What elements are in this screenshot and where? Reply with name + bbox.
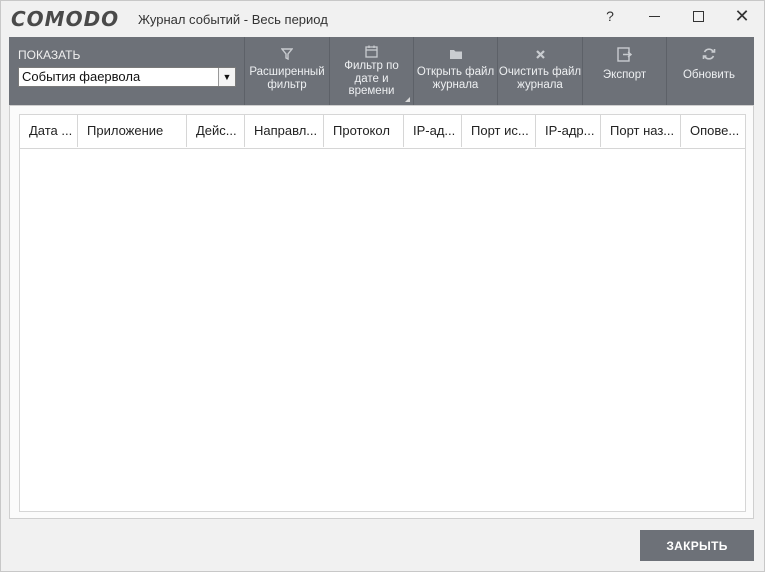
help-button[interactable]: ? [595,5,625,27]
export-icon [617,46,632,62]
log-type-selected-value: События фаервола [22,69,141,84]
close-window-button[interactable]: ✕ [727,5,757,27]
column-header-destination-port[interactable]: Порт наз... [601,115,681,147]
refresh-icon [702,46,716,62]
clear-icon [535,46,546,62]
column-header-source-ip[interactable]: IP-ад... [404,115,462,147]
minimize-icon [648,15,660,17]
event-log-window: COMODO Журнал событий - Весь период ? ✕ … [0,0,765,572]
advanced-filter-label: Расширенный фильтр [249,66,325,91]
toolbar: ПОКАЗАТЬ События фаервола ▼ Расширенный … [9,37,754,105]
close-button[interactable]: ЗАКРЫТЬ [640,530,754,561]
open-log-file-button[interactable]: Открыть файл журнала [414,37,498,105]
minimize-button[interactable] [639,5,669,27]
column-header-direction[interactable]: Направл... [245,115,324,147]
folder-icon [449,46,463,62]
column-header-date[interactable]: Дата ... [20,115,78,147]
column-header-source-port[interactable]: Порт ис... [462,115,536,147]
refresh-button[interactable]: Обновить [667,37,751,105]
column-header-alert[interactable]: Опове... [681,115,745,147]
window-title: Журнал событий - Весь период [138,12,328,27]
events-table[interactable]: Дата ... Приложение Дейс... Направл... П… [19,114,746,512]
maximize-button[interactable] [683,5,713,27]
export-label: Экспорт [602,69,647,81]
refresh-label: Обновить [682,69,736,81]
clear-log-file-label: Очистить файл журнала [498,66,582,91]
show-label: ПОКАЗАТЬ [18,48,81,62]
column-header-protocol[interactable]: Протокол [324,115,404,147]
dropdown-corner-icon [405,97,410,102]
column-header-destination-ip[interactable]: IP-адр... [536,115,601,147]
calendar-icon [365,43,378,59]
maximize-icon [692,10,704,22]
date-time-filter-button[interactable]: Фильтр по дате и времени [330,37,414,105]
export-button[interactable]: Экспорт [583,37,667,105]
column-header-application[interactable]: Приложение [78,115,187,147]
open-log-file-label: Открыть файл журнала [416,66,495,91]
dropdown-arrow-icon[interactable]: ▼ [218,68,235,86]
comodo-logo: COMODO [11,7,120,31]
date-time-filter-label: Фильтр по дате и времени [344,60,399,97]
filter-icon [281,46,293,62]
advanced-filter-button[interactable]: Расширенный фильтр [245,37,330,105]
log-type-select[interactable]: События фаервола ▼ [18,67,236,87]
column-header-action[interactable]: Дейс... [187,115,245,147]
table-header-row: Дата ... Приложение Дейс... Направл... П… [20,115,745,149]
clear-log-file-button[interactable]: Очистить файл журнала [498,37,583,105]
table-area: Дата ... Приложение Дейс... Направл... П… [9,105,754,519]
show-panel: ПОКАЗАТЬ События фаервола ▼ [9,37,245,105]
title-bar[interactable]: COMODO Журнал событий - Весь период ? ✕ [1,1,764,35]
